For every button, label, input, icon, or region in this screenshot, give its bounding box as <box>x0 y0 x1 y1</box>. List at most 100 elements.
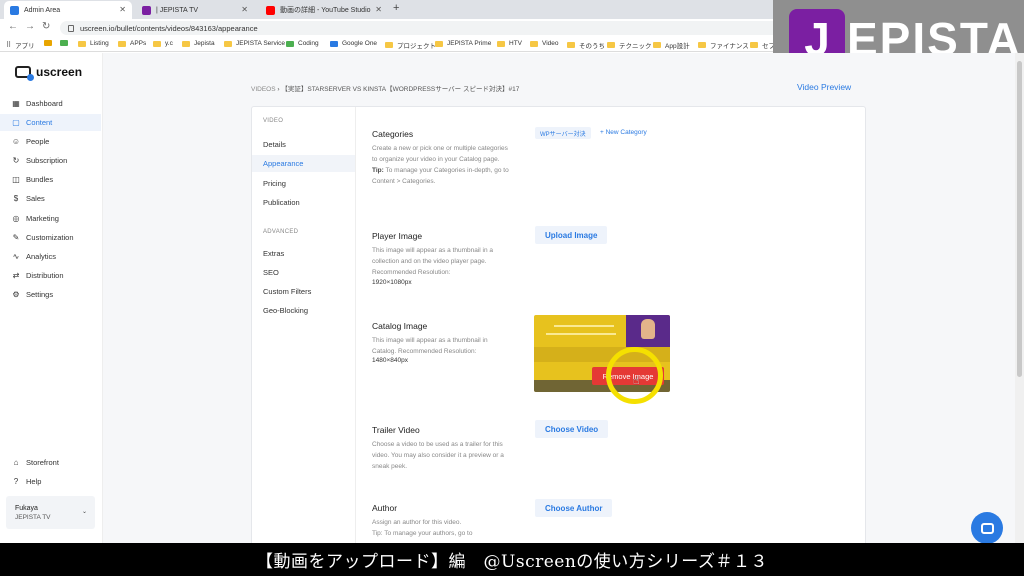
content-nav-extras[interactable]: Extras <box>252 245 355 262</box>
brand-name: uscreen <box>36 65 83 79</box>
tab-admin-area[interactable]: Admin Area ✕ <box>4 1 132 19</box>
sales-icon: $ <box>13 194 19 203</box>
bookmark-item[interactable]: JEPISTA Service <box>224 40 285 47</box>
tab-jepista-tv[interactable]: | JEPISTA TV ✕ <box>136 1 254 19</box>
screen: Admin Area ✕ | JEPISTA TV ✕ 動画の詳細 - YouT… <box>0 0 1024 576</box>
scrollbar-thumb[interactable] <box>1017 61 1022 377</box>
categories-title: Categories <box>372 129 414 139</box>
bookmark-icon <box>330 40 338 47</box>
sidebar-item-people[interactable]: ☺ People <box>0 133 101 150</box>
bookmark-item[interactable]: プロジェクト <box>385 40 436 50</box>
sidebar-item-bundles[interactable]: ◫ Bundles <box>0 171 101 188</box>
sidebar-item-subscription[interactable]: ↻ Subscription <box>0 152 101 169</box>
trailer-video-title: Trailer Video <box>372 425 420 435</box>
sidebar-item-customization[interactable]: ✎ Customization <box>0 229 101 246</box>
close-tab-icon[interactable]: ✕ <box>119 5 126 14</box>
jepista-favicon-icon <box>142 5 151 15</box>
breadcrumb-videos-link[interactable]: VIDEOS <box>251 86 276 93</box>
breadcrumb-separator: › <box>277 86 280 93</box>
bookmark-item[interactable]: App設計 <box>653 40 690 50</box>
player-image-title: Player Image <box>372 231 423 241</box>
bundles-icon: ◫ <box>12 175 20 184</box>
forward-arrow-icon[interactable]: → <box>25 21 35 32</box>
bookmark-item[interactable]: ⠿ アプリ <box>6 40 35 50</box>
section-header-advanced: ADVANCED <box>263 229 299 235</box>
sidebar-item-help[interactable]: ? Help <box>0 473 101 490</box>
upload-image-button[interactable]: Upload Image <box>535 226 608 244</box>
url-bar[interactable]: uscreen.io/bullet/contents/videos/843163… <box>60 21 820 35</box>
bookmark-item[interactable]: ファイナンス <box>698 40 749 50</box>
bookmark-item[interactable]: HTV <box>497 40 522 47</box>
content-nav-geo-blocking[interactable]: Geo-Blocking <box>252 302 355 319</box>
bookmark-item[interactable]: セプ <box>750 40 775 50</box>
content-nav-custom-filters[interactable]: Custom Filters <box>252 283 355 300</box>
content-nav-seo[interactable]: SEO <box>252 264 355 281</box>
tab-youtube-studio[interactable]: 動画の詳細 - YouTube Studio ✕ <box>260 1 388 19</box>
categories-description: Create a new or pick one or multiple cat… <box>372 145 509 185</box>
bookmark-item[interactable]: そのうち <box>567 40 605 50</box>
chat-button[interactable] <box>971 512 1003 544</box>
folder-icon <box>497 40 505 47</box>
sidebar-item-settings[interactable]: ⚙ Settings <box>0 286 101 303</box>
content-nav-appearance[interactable]: Appearance <box>252 155 355 172</box>
new-tab-button[interactable]: + <box>393 2 399 14</box>
content-nav-details[interactable]: Details <box>252 136 355 153</box>
bookmark-item[interactable]: JEPISTA Prime <box>435 40 491 47</box>
hand-cursor-icon: ☝ <box>633 375 640 387</box>
folder-icon <box>78 40 86 47</box>
sidebar-item-sales[interactable]: $ Sales <box>0 190 101 207</box>
site-name: JEPISTA TV <box>15 514 51 521</box>
page-scrollbar[interactable] <box>1015 53 1024 543</box>
author-title: Author <box>372 503 398 513</box>
tab-title: | JEPISTA TV <box>156 6 199 14</box>
choose-author-button[interactable]: Choose Author <box>535 499 613 517</box>
folder-icon <box>435 40 443 47</box>
new-category-button[interactable]: + New Category <box>600 129 647 136</box>
bookmark-item[interactable]: Listing <box>78 40 109 47</box>
user-menu[interactable]: Fukaya JEPISTA TV ⌄ <box>6 496 95 529</box>
sidebar-item-content[interactable]: ▢ Content <box>0 114 101 131</box>
sidebar-item-distribution[interactable]: ⇄ Distribution <box>0 267 101 284</box>
gear-icon: ⚙ <box>12 290 20 299</box>
bookmark-item[interactable]: Coding <box>286 40 319 47</box>
author-description: Assign an author for this video. <box>372 519 462 526</box>
video-preview-link[interactable]: Video Preview <box>797 82 851 92</box>
bookmark-item[interactable]: テクニック <box>607 40 652 50</box>
content-nav-pricing[interactable]: Pricing <box>252 175 355 192</box>
sidebar-item-dashboard[interactable]: ▦ Dashboard <box>0 95 101 112</box>
apps-grid-icon: ⠿ <box>6 42 12 49</box>
folder-icon <box>530 40 538 47</box>
choose-video-button[interactable]: Choose Video <box>535 420 609 438</box>
close-tab-icon[interactable]: ✕ <box>375 5 382 14</box>
back-arrow-icon[interactable]: ← <box>8 21 18 32</box>
uscreen-favicon-icon <box>10 5 19 15</box>
sidebar-item-analytics[interactable]: ∿ Analytics <box>0 248 101 265</box>
bookmark-icon <box>44 40 52 46</box>
folder-icon <box>182 40 190 47</box>
chevron-down-icon: ⌄ <box>81 509 87 515</box>
app-sidebar: uscreen ▦ Dashboard ▢ Content ☺ People ↻ Sub… <box>0 53 103 543</box>
bookmark-item[interactable]: APPs <box>118 40 146 47</box>
bookmark-icon <box>286 40 294 47</box>
catalog-image-title: Catalog Image <box>372 321 428 331</box>
bookmark-item[interactable]: Jepista <box>182 40 215 47</box>
close-tab-icon[interactable]: ✕ <box>241 5 248 14</box>
folder-icon <box>224 40 232 47</box>
distribution-icon: ⇄ <box>12 271 20 280</box>
uscreen-brand[interactable]: uscreen <box>15 65 83 81</box>
sidebar-item-marketing[interactable]: ◎ Marketing <box>0 210 101 227</box>
reload-icon[interactable]: ↻ <box>42 21 50 32</box>
bookmark-item[interactable] <box>60 40 72 46</box>
bookmark-item[interactable] <box>44 40 56 46</box>
bookmark-item[interactable]: Video <box>530 40 559 47</box>
content-nav-publication[interactable]: Publication <box>252 194 355 211</box>
category-tag[interactable]: WPサーバー対決 <box>535 127 591 139</box>
sidebar-item-storefront[interactable]: ⌂ Storefront <box>0 454 101 471</box>
catalog-image-description: This image will appear as a thumbnail in… <box>372 337 488 355</box>
storefront-icon: ⌂ <box>13 458 19 467</box>
bookmark-item[interactable]: Google One <box>330 40 377 47</box>
folder-icon <box>567 42 575 48</box>
people-icon: ☺ <box>11 137 21 146</box>
bookmark-item[interactable]: y.c <box>153 40 173 47</box>
player-image-resolution: 1920×1080px <box>372 279 412 286</box>
